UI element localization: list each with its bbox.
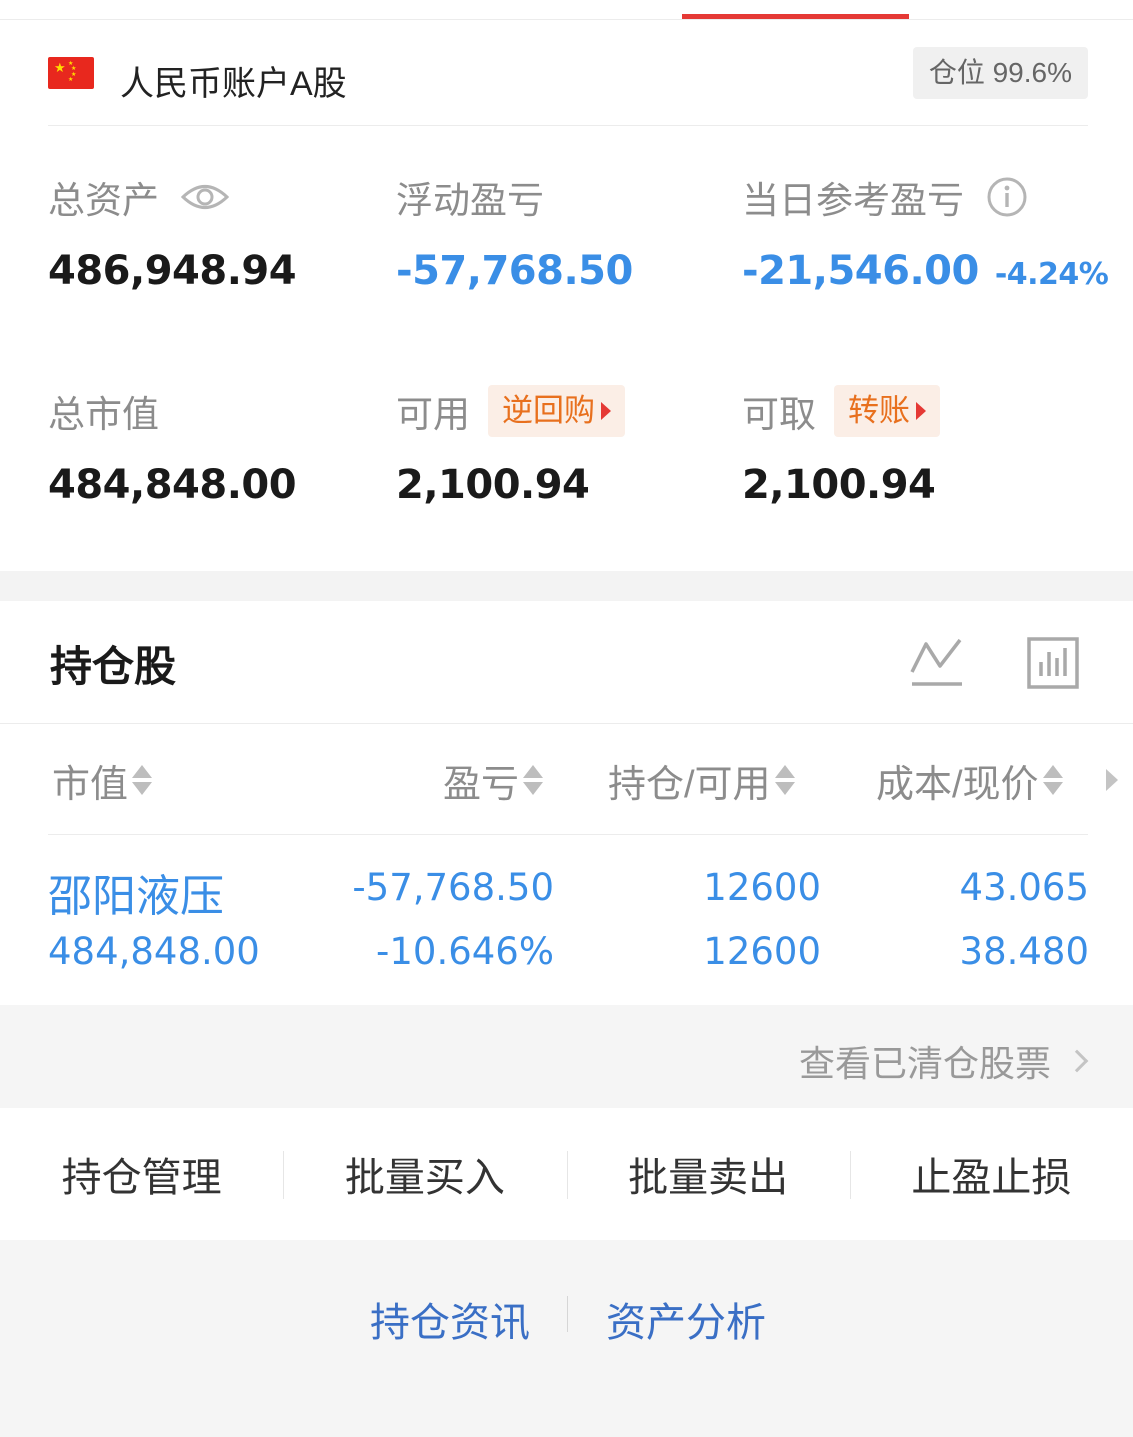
sort-icon: [1042, 765, 1063, 795]
top-divider: [0, 19, 1133, 20]
action-bar: 持仓管理 批量买入 批量卖出 止盈止损: [0, 1108, 1133, 1240]
withdrawable-value: 2,100.94: [742, 462, 936, 508]
footer-divider: [567, 1296, 568, 1332]
stock-market-value: 484,848.00: [48, 930, 260, 973]
total-assets-label: 总资产: [48, 180, 159, 221]
available-value: 2,100.94: [396, 462, 590, 508]
daily-pl-label: 当日参考盈亏: [742, 180, 964, 221]
batch-sell-button[interactable]: 批量卖出: [566, 1108, 850, 1240]
china-flag-icon: ★ ★ ★ ★ ★: [48, 57, 94, 89]
row-divider: [48, 834, 1088, 835]
position-management-button[interactable]: 持仓管理: [0, 1108, 283, 1240]
stock-cost: 43.065: [959, 866, 1089, 909]
info-icon[interactable]: [986, 176, 1028, 218]
column-label: 成本/现价: [876, 763, 1039, 806]
bar-chart-icon[interactable]: [1026, 636, 1080, 690]
market-value-value: 484,848.00: [48, 462, 297, 508]
stock-price: 38.480: [959, 930, 1089, 973]
caret-right-icon: [916, 402, 926, 420]
stock-available: 12600: [703, 930, 821, 973]
column-label: 市值: [52, 763, 129, 806]
column-header-pl[interactable]: 盈亏: [443, 750, 544, 810]
sort-icon: [774, 765, 795, 795]
daily-pl: 当日参考盈亏 -21,546.00 -4.24%: [742, 172, 1109, 294]
reverse-repo-label: 逆回购: [502, 393, 595, 428]
chevron-right-icon: [1065, 1049, 1089, 1073]
column-header-cost-price[interactable]: 成本/现价: [876, 750, 1063, 810]
withdrawable-funds: 可取 转账 2,100.94: [742, 385, 940, 508]
market-value-label: 总市值: [48, 394, 159, 435]
footer-links: 持仓资讯 资产分析: [0, 1240, 1133, 1437]
withdrawable-label: 可取: [742, 394, 816, 435]
line-chart-icon[interactable]: [908, 634, 964, 690]
total-assets: 总资产 486,948.94: [48, 172, 297, 294]
asset-analysis-link[interactable]: 资产分析: [606, 1290, 766, 1348]
eye-icon[interactable]: [181, 182, 229, 212]
more-columns-icon[interactable]: [1106, 769, 1118, 791]
transfer-label: 转账: [848, 393, 910, 428]
view-cleared-stocks-link[interactable]: 查看已清仓股票: [798, 1035, 1089, 1087]
available-funds: 可用 逆回购 2,100.94: [396, 385, 625, 508]
holdings-divider: [0, 723, 1133, 724]
section-separator: [0, 571, 1133, 601]
column-label: 持仓/可用: [608, 763, 771, 806]
batch-buy-button[interactable]: 批量买入: [283, 1108, 566, 1240]
available-label: 可用: [396, 394, 470, 435]
floating-pl-value: -57,768.50: [396, 248, 633, 294]
holdings-title: 持仓股: [50, 643, 177, 690]
stock-pl-percent: -10.646%: [376, 930, 554, 973]
stock-pl: -57,768.50: [352, 866, 554, 909]
market-value: 总市值 484,848.00: [48, 386, 297, 508]
holdings-news-link[interactable]: 持仓资讯: [370, 1290, 530, 1348]
sort-icon: [523, 765, 544, 795]
total-assets-value: 486,948.94: [48, 248, 297, 294]
cleared-link-label: 查看已清仓股票: [798, 1043, 1051, 1084]
column-header-market-value[interactable]: 市值: [52, 750, 153, 810]
column-header-position[interactable]: 持仓/可用: [608, 750, 795, 810]
daily-pl-value: -21,546.00: [742, 248, 979, 294]
account-name[interactable]: 人民币账户A股: [120, 56, 347, 105]
reverse-repo-button[interactable]: 逆回购: [488, 385, 625, 437]
column-label: 盈亏: [443, 763, 520, 806]
cleared-stocks-section: 查看已清仓股票: [0, 1005, 1133, 1108]
position-ratio-badge: 仓位 99.6%: [912, 47, 1088, 99]
floating-pl: 浮动盈亏 -57,768.50: [396, 172, 633, 294]
stock-position: 12600: [703, 866, 821, 909]
take-profit-stop-loss-button[interactable]: 止盈止损: [849, 1108, 1133, 1240]
floating-pl-label: 浮动盈亏: [396, 180, 544, 221]
transfer-button[interactable]: 转账: [834, 385, 940, 437]
stock-name: 邵阳液压: [48, 872, 224, 921]
daily-pl-percent: -4.24%: [994, 257, 1109, 292]
caret-right-icon: [601, 402, 611, 420]
account-header: ★ ★ ★ ★ ★ 人民币账户A股 仓位 99.6%: [48, 40, 1088, 126]
sort-icon: [132, 765, 153, 795]
